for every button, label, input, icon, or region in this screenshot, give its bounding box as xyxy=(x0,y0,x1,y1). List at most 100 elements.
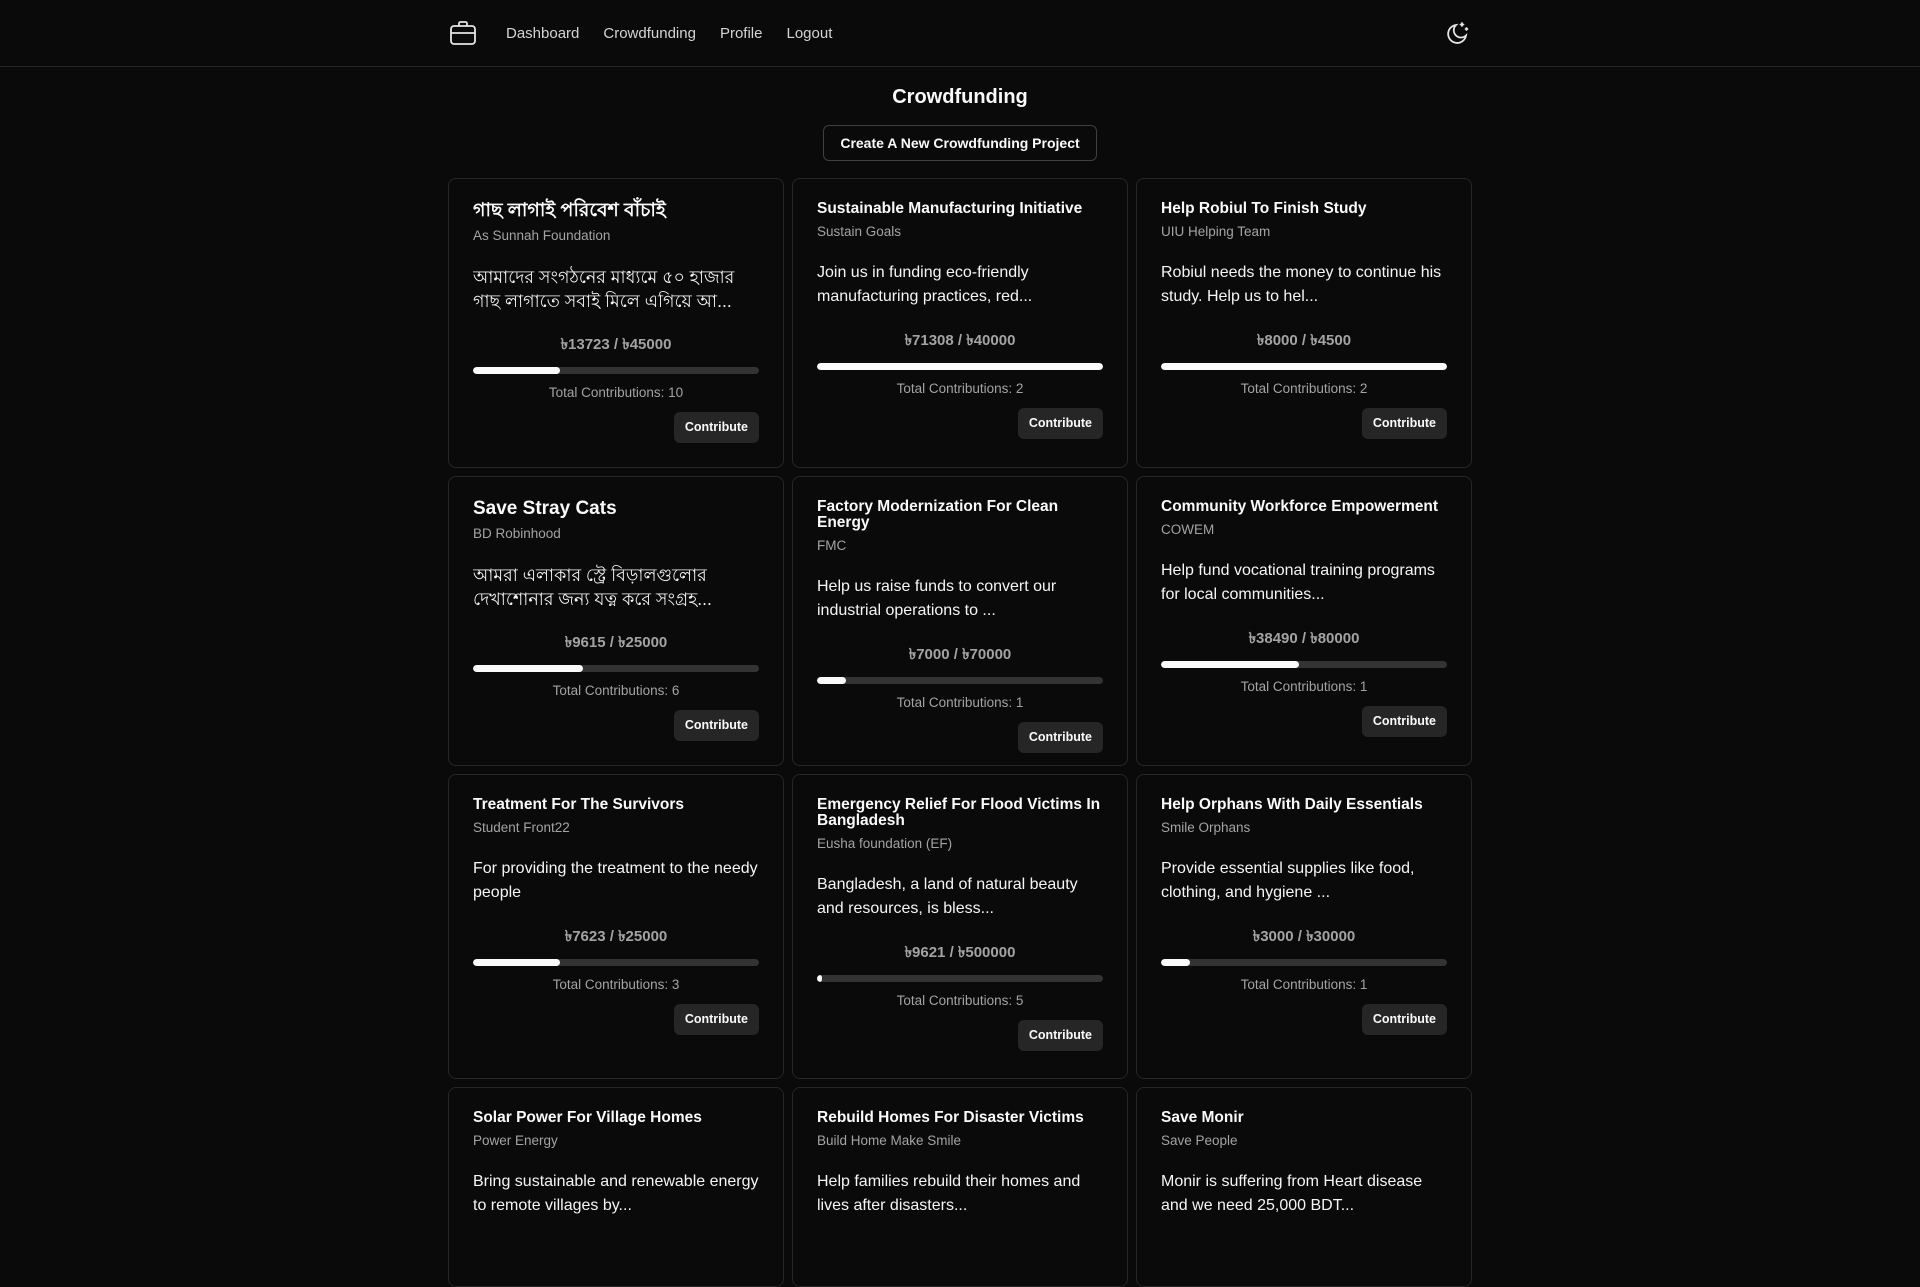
card-title: Help Robiul To Finish Study xyxy=(1161,200,1367,217)
progress-bar xyxy=(817,363,1103,370)
card-organization: FMC xyxy=(817,538,847,553)
contribution-count: Total Contributions: 10 xyxy=(548,385,684,400)
top-navbar: Dashboard Crowdfunding Profile Logout xyxy=(0,0,1920,67)
page-title: Crowdfunding xyxy=(892,86,1028,108)
card-description: Bring sustainable and renewable energy t… xyxy=(473,1173,759,1214)
progress-fill xyxy=(1161,363,1447,370)
card-description: Help us raise funds to convert our indus… xyxy=(817,578,1057,619)
project-card: Factory Modernization For Clean Energy FM… xyxy=(792,476,1128,766)
contribution-count: Total Contributions: 2 xyxy=(896,381,1024,396)
card-description: Bangladesh, a land of natural beauty and… xyxy=(817,876,1078,917)
contribute-button[interactable]: Contribute xyxy=(1361,706,1447,737)
briefcase-icon[interactable] xyxy=(448,18,478,48)
card-description: Help fund vocational training programs f… xyxy=(1161,562,1435,603)
project-card: Save Monir Save People Monir is suffering … xyxy=(1136,1087,1472,1287)
project-card: Rebuild Homes For Disaster Victims Build … xyxy=(792,1087,1128,1287)
progress-fill xyxy=(817,677,846,684)
card-description: Help families rebuild their homes and li… xyxy=(817,1173,1081,1214)
contribute-button[interactable]: Contribute xyxy=(1361,408,1447,439)
card-amount: ৳8000 / ৳4500 xyxy=(1256,332,1352,349)
card-title: Emergency Relief For Flood Victims In Ba… xyxy=(817,796,1101,829)
project-card: Treatment For The Survivors Student Front… xyxy=(448,774,784,1079)
card-amount: ৳9621 / ৳500000 xyxy=(904,944,1016,961)
progress-bar xyxy=(817,975,1103,982)
card-organization: Student Front22 xyxy=(473,820,570,835)
project-card: Emergency Relief For Flood Victims In Ba… xyxy=(792,774,1128,1079)
card-description: Monir is suffering from Heart disease an… xyxy=(1161,1173,1423,1214)
card-amount: ৳3000 / ৳30000 xyxy=(1252,928,1356,945)
project-card: গাছ লাগাই পরিবেশ বাঁচাই As Sunnah Foundat… xyxy=(448,178,784,468)
card-organization: Build Home Make Smile xyxy=(817,1133,962,1148)
contribute-button[interactable]: Contribute xyxy=(1361,1004,1447,1035)
project-card: Community Workforce Empowerment COWEM Help… xyxy=(1136,476,1472,766)
progress-bar xyxy=(473,959,759,966)
card-organization: Save People xyxy=(1161,1133,1238,1148)
progress-fill xyxy=(473,367,561,374)
card-organization: COWEM xyxy=(1161,522,1215,537)
progress-fill xyxy=(473,665,584,672)
progress-bar xyxy=(1161,661,1447,668)
progress-bar xyxy=(1161,363,1447,370)
create-project-button[interactable]: Create A New Crowdfunding Project xyxy=(823,125,1097,161)
progress-fill xyxy=(1161,959,1190,966)
progress-fill xyxy=(817,975,823,982)
card-title: Save Stray Cats xyxy=(473,498,617,519)
project-card: Save Stray Cats BD Robinhood আমরা এলাকার স… xyxy=(448,476,784,766)
contribution-count: Total Contributions: 1 xyxy=(1240,977,1368,992)
progress-fill xyxy=(1161,661,1299,668)
progress-bar xyxy=(1161,959,1447,966)
card-title: গাছ লাগাই পরিবেশ বাঁচাই xyxy=(473,200,666,221)
nav-profile[interactable]: Profile xyxy=(720,25,763,42)
card-description: For providing the treatment to the needy… xyxy=(473,860,758,901)
contribution-count: Total Contributions: 1 xyxy=(896,695,1024,710)
contribute-button[interactable]: Contribute xyxy=(1017,722,1103,753)
card-description: Join us in funding eco-friendly manufact… xyxy=(817,264,1033,305)
project-card: Help Orphans With Daily Essentials Smile … xyxy=(1136,774,1472,1079)
progress-bar xyxy=(817,677,1103,684)
contribution-count: Total Contributions: 2 xyxy=(1240,381,1368,396)
card-title: Treatment For The Survivors xyxy=(473,796,685,813)
card-description: আমরা এলাকার স্ট্রে বিড়ালগুলোর দেখাশোনার… xyxy=(473,565,712,609)
card-organization: UIU Helping Team xyxy=(1161,224,1271,239)
card-organization: Eusha foundation (EF) xyxy=(817,836,953,851)
progress-bar xyxy=(473,665,759,672)
card-title: Rebuild Homes For Disaster Victims xyxy=(817,1109,1084,1126)
card-amount: ৳13723 / ৳45000 xyxy=(560,336,672,353)
card-description: আমাদের সংগঠনের মাধ্যমে ৫০ হাজার গাছ লাগা… xyxy=(473,267,735,311)
card-amount: ৳7000 / ৳70000 xyxy=(908,646,1012,663)
card-organization: BD Robinhood xyxy=(473,526,561,541)
card-amount: ৳38490 / ৳80000 xyxy=(1248,630,1360,647)
nav-logout[interactable]: Logout xyxy=(786,25,832,42)
card-title: Sustainable Manufacturing Initiative xyxy=(817,200,1083,217)
nav-dashboard[interactable]: Dashboard xyxy=(506,25,579,42)
card-organization: Smile Orphans xyxy=(1161,820,1251,835)
nav-crowdfunding[interactable]: Crowdfunding xyxy=(603,25,696,42)
card-title: Save Monir xyxy=(1161,1109,1244,1126)
contribute-button[interactable]: Contribute xyxy=(673,710,759,741)
progress-fill xyxy=(817,363,1103,370)
project-grid: গাছ লাগাই পরিবেশ বাঁচাই As Sunnah Foundat… xyxy=(448,178,1472,1287)
contribution-count: Total Contributions: 1 xyxy=(1240,679,1368,694)
card-amount: ৳7623 / ৳25000 xyxy=(564,928,668,945)
card-title: Help Orphans With Daily Essentials xyxy=(1161,796,1423,813)
contribute-button[interactable]: Contribute xyxy=(1017,408,1103,439)
card-organization: Sustain Goals xyxy=(817,224,902,239)
contribution-count: Total Contributions: 6 xyxy=(552,683,680,698)
card-amount: ৳9615 / ৳25000 xyxy=(564,634,668,651)
contribute-button[interactable]: Contribute xyxy=(673,412,759,443)
project-card: Solar Power For Village Homes Power Energ… xyxy=(448,1087,784,1287)
card-title: Factory Modernization For Clean Energy xyxy=(817,498,1059,531)
contribute-button[interactable]: Contribute xyxy=(673,1004,759,1035)
card-description: Robiul needs the money to continue his s… xyxy=(1161,264,1442,305)
card-organization: As Sunnah Foundation xyxy=(473,228,611,243)
card-description: Provide essential supplies like food, cl… xyxy=(1161,860,1415,901)
card-amount: ৳71308 / ৳40000 xyxy=(904,332,1016,349)
contribute-button[interactable]: Contribute xyxy=(1017,1020,1103,1051)
progress-bar xyxy=(473,367,759,374)
project-card: Sustainable Manufacturing Initiative Sust… xyxy=(792,178,1128,468)
card-organization: Power Energy xyxy=(473,1133,558,1148)
moon-stars-icon[interactable] xyxy=(1444,19,1472,47)
project-card: Help Robiul To Finish Study UIU Helping T… xyxy=(1136,178,1472,468)
progress-fill xyxy=(473,959,561,966)
contribution-count: Total Contributions: 5 xyxy=(896,993,1024,1008)
